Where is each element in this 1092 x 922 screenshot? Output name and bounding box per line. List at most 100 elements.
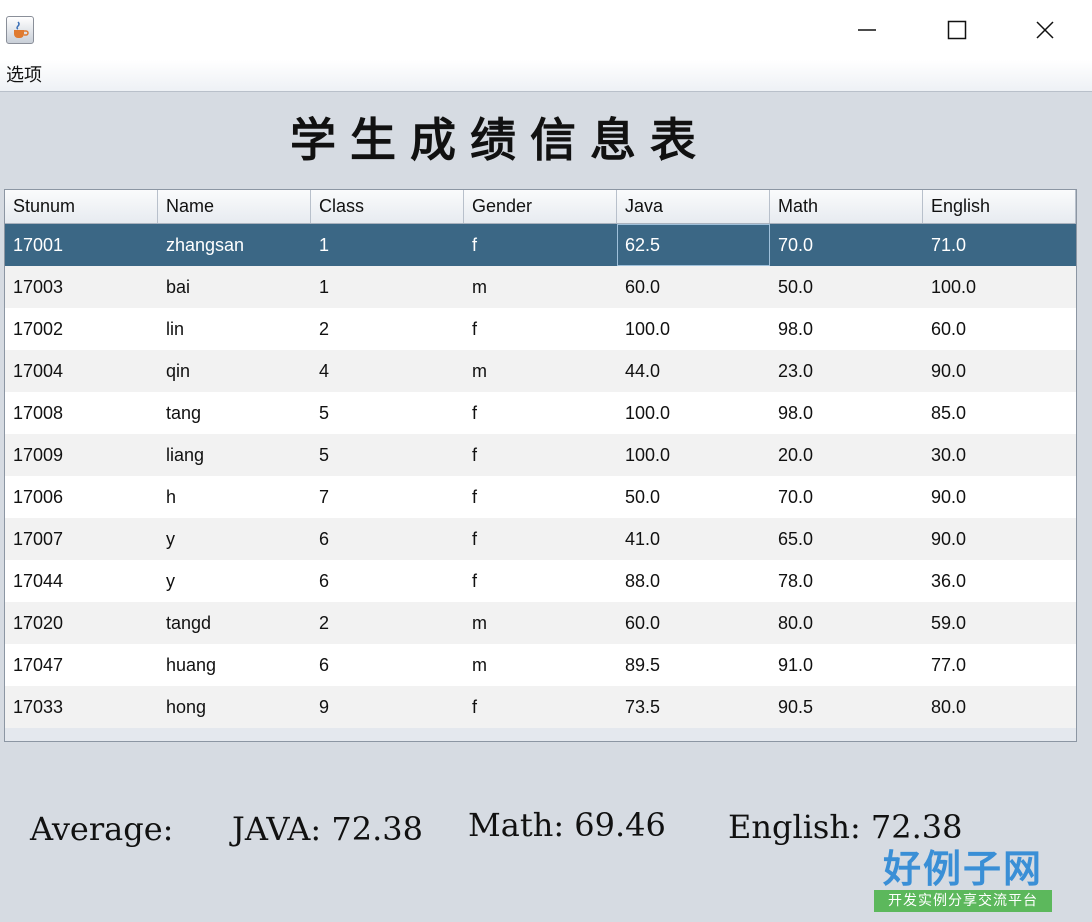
- table-cell-english[interactable]: 71.0: [923, 224, 1076, 266]
- table-cell-gender[interactable]: f: [464, 560, 617, 602]
- table-cell-math[interactable]: 90.5: [770, 686, 923, 728]
- table-cell-java[interactable]: 60.0: [617, 602, 770, 644]
- table-cell-name[interactable]: tang: [158, 392, 311, 434]
- table-cell-stunum[interactable]: 17002: [5, 308, 158, 350]
- table-cell-class[interactable]: 6: [311, 644, 464, 686]
- table-cell-gender[interactable]: f: [464, 518, 617, 560]
- table-cell-class[interactable]: 2: [311, 308, 464, 350]
- table-cell-english[interactable]: 36.0: [923, 560, 1076, 602]
- table-cell-java[interactable]: 44.0: [617, 350, 770, 392]
- table-cell-gender[interactable]: m: [464, 602, 617, 644]
- table-cell-class[interactable]: 6: [311, 560, 464, 602]
- table-cell-name[interactable]: y: [158, 560, 311, 602]
- table-row[interactable]: 17007 y 6 f 41.0 65.0 90.0: [5, 518, 1076, 560]
- table-cell-gender[interactable]: f: [464, 476, 617, 518]
- table-cell-math[interactable]: 70.0: [770, 476, 923, 518]
- table-cell-math[interactable]: 65.0: [770, 518, 923, 560]
- table-cell-java[interactable]: 41.0: [617, 518, 770, 560]
- table-cell-english[interactable]: 90.0: [923, 350, 1076, 392]
- table-cell-gender[interactable]: f: [464, 686, 617, 728]
- table-cell-english[interactable]: 90.0: [923, 476, 1076, 518]
- table-cell-math[interactable]: 91.0: [770, 644, 923, 686]
- table-cell-gender[interactable]: f: [464, 224, 617, 266]
- table-cell-gender[interactable]: m: [464, 266, 617, 308]
- table-row[interactable]: 17006 h 7 f 50.0 70.0 90.0: [5, 476, 1076, 518]
- table-cell-java[interactable]: 100.0: [617, 392, 770, 434]
- table-cell-name[interactable]: h: [158, 476, 311, 518]
- table-cell-stunum[interactable]: 17044: [5, 560, 158, 602]
- table-cell-stunum[interactable]: 17047: [5, 644, 158, 686]
- table-cell-java[interactable]: 62.5: [617, 224, 770, 266]
- table-cell-stunum[interactable]: 17006: [5, 476, 158, 518]
- table-cell-class[interactable]: 9: [311, 686, 464, 728]
- column-header-stunum[interactable]: Stunum: [5, 190, 158, 223]
- table-cell-stunum[interactable]: 17007: [5, 518, 158, 560]
- table-cell-stunum[interactable]: 17009: [5, 434, 158, 476]
- table-cell-stunum[interactable]: 17004: [5, 350, 158, 392]
- table-cell-name[interactable]: huang: [158, 644, 311, 686]
- table-cell-name[interactable]: liang: [158, 434, 311, 476]
- table-row[interactable]: 17047 huang 6 m 89.5 91.0 77.0: [5, 644, 1076, 686]
- table-cell-english[interactable]: 60.0: [923, 308, 1076, 350]
- table-row[interactable]: 17033 hong 9 f 73.5 90.5 80.0: [5, 686, 1076, 728]
- table-row[interactable]: 17020 tangd 2 m 60.0 80.0 59.0: [5, 602, 1076, 644]
- table-row[interactable]: 17004 qin 4 m 44.0 23.0 90.0: [5, 350, 1076, 392]
- table-cell-class[interactable]: 1: [311, 266, 464, 308]
- table-cell-java[interactable]: 50.0: [617, 476, 770, 518]
- table-cell-gender[interactable]: f: [464, 308, 617, 350]
- table-row[interactable]: 17009 liang 5 f 100.0 20.0 30.0: [5, 434, 1076, 476]
- maximize-button[interactable]: [912, 0, 1002, 60]
- table-cell-english[interactable]: 30.0: [923, 434, 1076, 476]
- java-coffee-icon[interactable]: [6, 16, 34, 44]
- table-row[interactable]: 17044 y 6 f 88.0 78.0 36.0: [5, 560, 1076, 602]
- table-cell-java[interactable]: 100.0: [617, 308, 770, 350]
- table-cell-english[interactable]: 90.0: [923, 518, 1076, 560]
- table-cell-name[interactable]: tangd: [158, 602, 311, 644]
- table-row[interactable]: 17001 zhangsan 1 f 62.5 70.0 71.0: [5, 224, 1076, 266]
- table-cell-class[interactable]: 4: [311, 350, 464, 392]
- table-cell-english[interactable]: 100.0: [923, 266, 1076, 308]
- table-cell-name[interactable]: lin: [158, 308, 311, 350]
- table-row[interactable]: 17002 lin 2 f 100.0 98.0 60.0: [5, 308, 1076, 350]
- table-cell-java[interactable]: 73.5: [617, 686, 770, 728]
- table-cell-gender[interactable]: m: [464, 644, 617, 686]
- column-header-math[interactable]: Math: [770, 190, 923, 223]
- column-header-gender[interactable]: Gender: [464, 190, 617, 223]
- table-cell-java[interactable]: 100.0: [617, 434, 770, 476]
- table-cell-class[interactable]: 5: [311, 434, 464, 476]
- table-cell-class[interactable]: 6: [311, 518, 464, 560]
- table-cell-math[interactable]: 23.0: [770, 350, 923, 392]
- table-cell-name[interactable]: bai: [158, 266, 311, 308]
- table-cell-java[interactable]: 89.5: [617, 644, 770, 686]
- table-row[interactable]: 17008 tang 5 f 100.0 98.0 85.0: [5, 392, 1076, 434]
- minimize-button[interactable]: [822, 0, 912, 60]
- table-cell-math[interactable]: 80.0: [770, 602, 923, 644]
- table-cell-java[interactable]: 88.0: [617, 560, 770, 602]
- table-cell-gender[interactable]: m: [464, 350, 617, 392]
- table-cell-stunum[interactable]: 17020: [5, 602, 158, 644]
- table-cell-math[interactable]: 78.0: [770, 560, 923, 602]
- table-cell-english[interactable]: 80.0: [923, 686, 1076, 728]
- table-cell-name[interactable]: qin: [158, 350, 311, 392]
- table-cell-math[interactable]: 70.0: [770, 224, 923, 266]
- table-cell-math[interactable]: 98.0: [770, 308, 923, 350]
- table-cell-class[interactable]: 5: [311, 392, 464, 434]
- table-cell-name[interactable]: zhangsan: [158, 224, 311, 266]
- table-cell-english[interactable]: 77.0: [923, 644, 1076, 686]
- table-cell-java[interactable]: 60.0: [617, 266, 770, 308]
- close-button[interactable]: [1000, 0, 1090, 60]
- table-cell-math[interactable]: 98.0: [770, 392, 923, 434]
- table-cell-english[interactable]: 85.0: [923, 392, 1076, 434]
- table-cell-english[interactable]: 59.0: [923, 602, 1076, 644]
- table-cell-math[interactable]: 20.0: [770, 434, 923, 476]
- menu-options[interactable]: 选项: [6, 65, 42, 87]
- table-body[interactable]: 17001 zhangsan 1 f 62.5 70.0 71.0 17003 bai 1 m 60.…: [5, 224, 1076, 731]
- table-cell-name[interactable]: hong: [158, 686, 311, 728]
- table-cell-class[interactable]: 1: [311, 224, 464, 266]
- table-cell-name[interactable]: y: [158, 518, 311, 560]
- table-cell-math[interactable]: 50.0: [770, 266, 923, 308]
- table-cell-gender[interactable]: f: [464, 434, 617, 476]
- table-cell-stunum[interactable]: 17001: [5, 224, 158, 266]
- table-cell-stunum[interactable]: 17033: [5, 686, 158, 728]
- column-header-name[interactable]: Name: [158, 190, 311, 223]
